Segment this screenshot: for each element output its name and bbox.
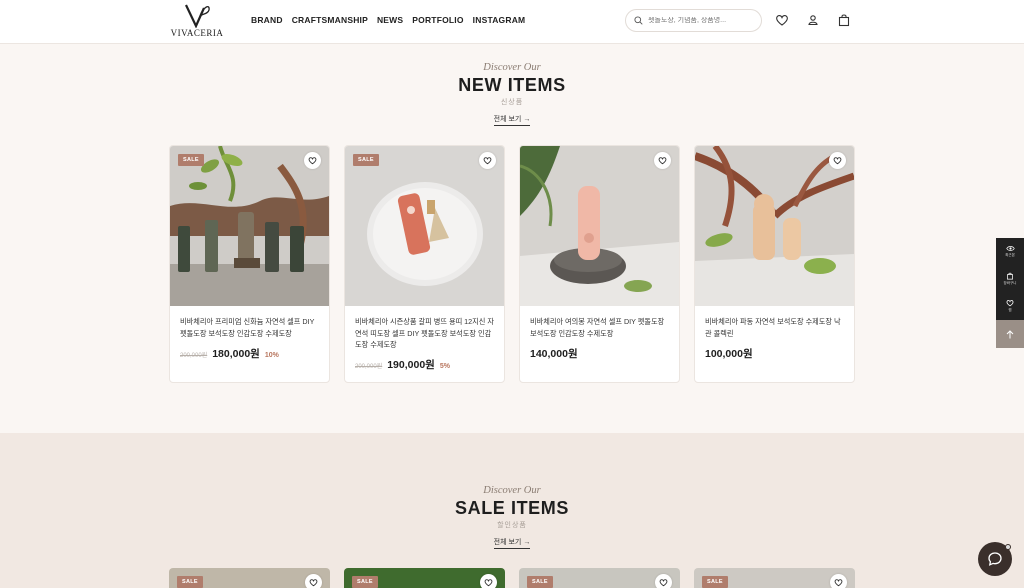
discount-rate: 5% (439, 363, 450, 370)
quick-menu: 최근본 장바구니 찜 (996, 238, 1024, 320)
new-items-heading: Discover Our NEW ITEMS 신상품 전체 보기 → (0, 62, 1024, 126)
logo-text: VIVACERIA (170, 28, 224, 38)
nav-news[interactable]: NEWS (377, 15, 403, 25)
heart-icon (484, 579, 493, 587)
sale-badge: SALE (178, 154, 204, 166)
wishlist-button[interactable] (830, 574, 847, 588)
wishlist-button[interactable] (654, 152, 671, 169)
logo-mark-icon (185, 4, 210, 28)
heart-icon (833, 157, 842, 165)
logo[interactable]: VIVACERIA (168, 2, 226, 42)
eye-icon (1005, 246, 1015, 251)
price-row: 140,000원 (530, 346, 578, 361)
price-row: 200,000원 190,000원 5% (355, 357, 450, 372)
sale-items-heading: Discover Our SALE ITEMS 할인상품 전체 보기 → (0, 485, 1024, 549)
nav-instagram[interactable]: INSTAGRAM (473, 15, 526, 25)
original-price: 200,000원 (180, 353, 208, 359)
heart-icon (659, 579, 668, 587)
search-icon[interactable] (634, 16, 643, 25)
bag-icon (1007, 272, 1013, 280)
product-card-2[interactable]: SALE 비바체리아 시즌상품 갈피 병뜨 용띠 12지신 자연석 띠도장 셀프… (344, 145, 505, 383)
arrow-up-icon (1006, 329, 1014, 338)
search-input[interactable] (648, 17, 756, 24)
site-header: VIVACERIA BRAND CRAFTSMANSHIP NEWS PORTF… (0, 0, 1024, 44)
product-name[interactable]: 비바체리아 여의봉 자연석 셀프 DIY 펫돌도장 보석도장 인감도장 수제도장 (530, 316, 670, 339)
new-items-title: NEW ITEMS (458, 75, 566, 95)
price-row: 100,000원 (705, 346, 753, 361)
sale-card-2[interactable]: SALE (344, 568, 505, 588)
product-card-1[interactable]: SALE 비바체리아 프리미엄 신화늄 자연석 셀프 DIY 펫돌도장 보석도장… (169, 145, 330, 383)
chat-bubble-icon (988, 552, 1002, 566)
product-card-3[interactable]: 비바체리아 여의봉 자연석 셀프 DIY 펫돌도장 보석도장 인감도장 수제도장… (519, 145, 680, 383)
sale-items-discover: Discover Our (483, 485, 541, 496)
sale-badge: SALE (702, 576, 728, 588)
wishlist-button[interactable] (480, 574, 497, 588)
price: 100,000원 (705, 348, 753, 360)
quick-label: 찜 (1008, 307, 1012, 312)
new-items-subtitle: 신상품 (500, 99, 524, 106)
wishlist-button[interactable] (304, 152, 321, 169)
search-box (625, 9, 762, 32)
heart-icon (658, 157, 667, 165)
product-photo-3 (520, 146, 679, 306)
heart-icon (308, 157, 317, 165)
nav-brand[interactable]: BRAND (251, 15, 283, 25)
sale-badge: SALE (177, 576, 203, 588)
wishlist-button[interactable] (479, 152, 496, 169)
product-photo-1 (170, 146, 329, 306)
quick-cart[interactable]: 장바구니 (996, 265, 1024, 292)
heart-icon (483, 157, 492, 165)
nav-craftsmanship[interactable]: CRAFTSMANSHIP (292, 15, 368, 25)
product-image-1[interactable]: SALE (170, 146, 329, 306)
product-name[interactable]: 비바체리아 파동 자연석 보석도장 수제도장 낙관 콜렉린 (705, 316, 845, 339)
product-name[interactable]: 비바체리아 시즌상품 갈피 병뜨 용띠 12지신 자연석 띠도장 셀프 DIY … (355, 316, 495, 351)
sale-items-view-all-link[interactable]: 전체 보기 → (493, 537, 531, 549)
sale-price: 180,000원 (212, 348, 260, 360)
quick-label: 최근본 (1005, 253, 1015, 257)
chat-button[interactable] (978, 542, 1012, 576)
scroll-top-button[interactable] (996, 320, 1024, 348)
wishlist-button[interactable] (829, 152, 846, 169)
sale-badge: SALE (353, 154, 379, 166)
original-price: 200,000원 (355, 364, 383, 370)
sale-items-subtitle: 할인상품 (497, 522, 527, 529)
main-nav: BRAND CRAFTSMANSHIP NEWS PORTFOLIO INSTA… (251, 15, 525, 25)
quick-recent-viewed[interactable]: 최근본 (996, 238, 1024, 265)
shopping-bag-icon[interactable] (837, 13, 851, 27)
product-photo-4 (695, 146, 854, 306)
product-image-2[interactable]: SALE (345, 146, 504, 306)
product-card-4[interactable]: 비바체리아 파동 자연석 보석도장 수제도장 낙관 콜렉린 100,000원 (694, 145, 855, 383)
discount-rate: 10% (264, 352, 279, 359)
wishlist-heart-icon[interactable] (775, 13, 789, 27)
sale-badge: SALE (527, 576, 553, 588)
quick-label: 장바구니 (1003, 280, 1017, 285)
heart-icon (1006, 299, 1014, 306)
heart-icon (834, 579, 843, 587)
price-row: 200,000원 180,000원 10% (180, 346, 279, 361)
quick-wishlist[interactable]: 찜 (996, 292, 1024, 319)
sale-card-4[interactable]: SALE (694, 568, 855, 588)
product-name[interactable]: 비바체리아 프리미엄 신화늄 자연석 셀프 DIY 펫돌도장 보석도장 인감도장… (180, 316, 320, 339)
price: 140,000원 (530, 348, 578, 360)
sale-card-1[interactable]: SALE (169, 568, 330, 588)
sale-badge: SALE (352, 576, 378, 588)
product-photo-2 (345, 146, 504, 306)
sale-price: 190,000원 (387, 359, 435, 371)
sale-items-title: SALE ITEMS (454, 498, 569, 518)
new-items-view-all-link[interactable]: 전체 보기 → (493, 114, 531, 126)
product-image-4[interactable] (695, 146, 854, 306)
nav-portfolio[interactable]: PORTFOLIO (412, 15, 463, 25)
heart-icon (309, 579, 318, 587)
new-items-discover: Discover Our (483, 62, 541, 73)
wishlist-button[interactable] (655, 574, 672, 588)
wishlist-button[interactable] (305, 574, 322, 588)
account-user-icon[interactable] (806, 13, 820, 27)
product-image-3[interactable] (520, 146, 679, 306)
sale-card-3[interactable]: SALE (519, 568, 680, 588)
chat-notification-dot (1005, 544, 1011, 550)
